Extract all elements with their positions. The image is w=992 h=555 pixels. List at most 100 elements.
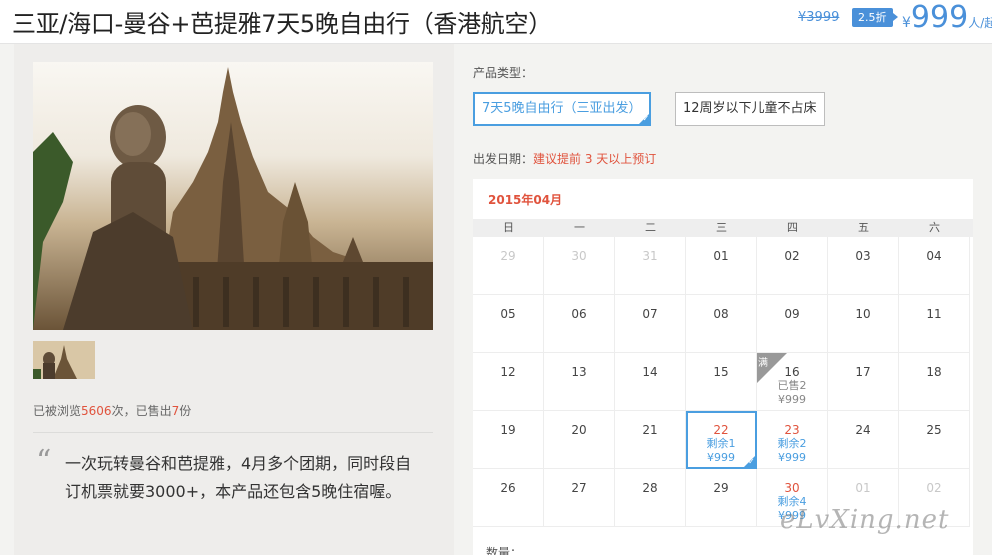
main-product-photo[interactable] (33, 62, 433, 330)
weekday-label: 日 (503, 221, 514, 234)
day-number: 12 (500, 365, 516, 379)
check-icon (743, 455, 756, 468)
day-number: 03 (855, 249, 871, 263)
day-number: 06 (571, 307, 587, 321)
calendar-day[interactable]: 26 (473, 469, 544, 527)
departure-date-label: 出发日期：建议提前 3 天以上预订 (473, 150, 656, 167)
calendar-day[interactable]: 03 (828, 237, 899, 295)
departure-calendar: 2015年04月 日 一 二 三 四 五 六 29 30 31 01 02 03 04 05 06 07 08 0… (473, 179, 973, 555)
day-number: 20 (571, 423, 587, 437)
photo-thumbnail[interactable] (33, 341, 95, 379)
calendar-day: 31 (615, 237, 686, 295)
day-number: 10 (855, 307, 871, 321)
calendar-day[interactable]: 04 (899, 237, 970, 295)
calendar-day[interactable]: 05 (473, 295, 544, 353)
day-availability: 剩余2 (777, 437, 807, 450)
calendar-day[interactable]: 06 (544, 295, 615, 353)
original-price: ¥3999 (798, 10, 840, 25)
day-number: 31 (642, 249, 658, 263)
calendar-day[interactable]: 满 16 已售2 ¥999 (757, 353, 828, 411)
full-tag: 满 (757, 353, 787, 383)
quantity-label: 数量： (486, 546, 523, 555)
day-number: 15 (713, 365, 729, 379)
day-number: 08 (713, 307, 729, 321)
day-number: 27 (571, 481, 587, 495)
product-type-option-child[interactable]: 12周岁以下儿童不占床 (675, 92, 825, 126)
calendar-day[interactable]: 23 剩余2 ¥999 (757, 411, 828, 469)
calendar-day: 30 (544, 237, 615, 295)
day-number: 01 (855, 481, 871, 495)
day-number: 05 (500, 307, 516, 321)
calendar-day[interactable]: 25 (899, 411, 970, 469)
quote-mark-icon: “ (36, 444, 52, 479)
weekday-label: 五 (858, 221, 869, 234)
calendar-day-selected[interactable]: 22 剩余1 ¥999 (686, 411, 757, 469)
stats-prefix: 已被浏览 (33, 404, 82, 418)
weekday-label: 三 (716, 221, 727, 234)
calendar-day[interactable]: 15 (686, 353, 757, 411)
day-number: 30 (784, 481, 800, 495)
product-type-option-selected[interactable]: 7天5晚自由行（三亚出发） (473, 92, 651, 126)
temple-photo-illustration (33, 67, 433, 330)
calendar-day[interactable]: 12 (473, 353, 544, 411)
booking-panel: 产品类型： 7天5晚自由行（三亚出发） 12周岁以下儿童不占床 出发日期：建议提… (462, 44, 992, 555)
calendar-day[interactable]: 27 (544, 469, 615, 527)
day-number: 23 (784, 423, 800, 437)
calendar-day[interactable]: 24 (828, 411, 899, 469)
day-number: 17 (855, 365, 871, 379)
day-number: 26 (500, 481, 516, 495)
calendar-day[interactable]: 02 (757, 237, 828, 295)
day-number: 25 (926, 423, 942, 437)
day-number: 29 (500, 249, 516, 263)
day-number: 21 (642, 423, 658, 437)
calendar-day[interactable]: 19 (473, 411, 544, 469)
product-type-option-label: 7天5晚自由行（三亚出发） (482, 101, 642, 116)
product-type-option-label: 12周岁以下儿童不占床 (683, 101, 817, 116)
calendar-day[interactable]: 07 (615, 295, 686, 353)
day-number: 24 (855, 423, 871, 437)
day-availability: 剩余1 (706, 437, 736, 450)
calendar-day[interactable]: 01 (686, 237, 757, 295)
discount-badge: 2.5折 (852, 8, 897, 27)
calendar-day[interactable]: 13 (544, 353, 615, 411)
view-count: 5606 (81, 404, 112, 418)
weekday-label: 二 (645, 221, 656, 234)
calendar-day[interactable]: 18 (899, 353, 970, 411)
day-number: 11 (926, 307, 942, 321)
calendar-day: 29 (473, 237, 544, 295)
stats-mid: 次，已售出 (111, 404, 172, 418)
day-price: ¥999 (778, 393, 806, 406)
product-title: 三亚/海口-曼谷+芭提雅7天5晚自由行（香港航空） (12, 10, 552, 38)
day-number: 02 (926, 481, 942, 495)
site-watermark: eLvXing.net (780, 505, 950, 535)
day-number: 29 (713, 481, 729, 495)
day-number: 14 (642, 365, 658, 379)
price-unit: 人/起 (968, 16, 992, 30)
calendar-day[interactable]: 11 (899, 295, 970, 353)
calendar-day[interactable]: 09 (757, 295, 828, 353)
calendar-month: 2015年04月 (488, 193, 563, 207)
thumbnail-illustration (33, 341, 95, 379)
full-tag-label: 满 (758, 358, 768, 369)
product-highlight-quote: 一次玩转曼谷和芭提雅，4月多个团期，同时段自订机票就要3000+，本产品还包含5… (65, 454, 412, 501)
departure-hint: 建议提前 3 天以上预订 (533, 152, 657, 166)
day-price: ¥999 (778, 451, 806, 464)
calendar-day[interactable]: 21 (615, 411, 686, 469)
day-number: 19 (500, 423, 516, 437)
day-number: 18 (926, 365, 942, 379)
calendar-day[interactable]: 20 (544, 411, 615, 469)
weekday-label: 四 (787, 221, 798, 234)
page-header: 三亚/海口-曼谷+芭提雅7天5晚自由行（香港航空） ¥3999 2.5折 ¥99… (0, 0, 992, 44)
product-gallery-panel: 已被浏览5606次，已售出7份 “ 一次玩转曼谷和芭提雅，4月多个团期，同时段自… (14, 44, 454, 555)
calendar-day[interactable]: 29 (686, 469, 757, 527)
calendar-day[interactable]: 17 (828, 353, 899, 411)
day-number: 30 (571, 249, 587, 263)
weekday-label: 一 (574, 221, 585, 234)
calendar-day[interactable]: 14 (615, 353, 686, 411)
check-icon (636, 112, 651, 126)
calendar-day[interactable]: 28 (615, 469, 686, 527)
calendar-grid: 29 30 31 01 02 03 04 05 06 07 08 09 10 11 12 13 14 15 满 16 已… (473, 237, 973, 527)
calendar-day[interactable]: 08 (686, 295, 757, 353)
view-sold-stats: 已被浏览5606次，已售出7份 (33, 402, 191, 419)
calendar-day[interactable]: 10 (828, 295, 899, 353)
